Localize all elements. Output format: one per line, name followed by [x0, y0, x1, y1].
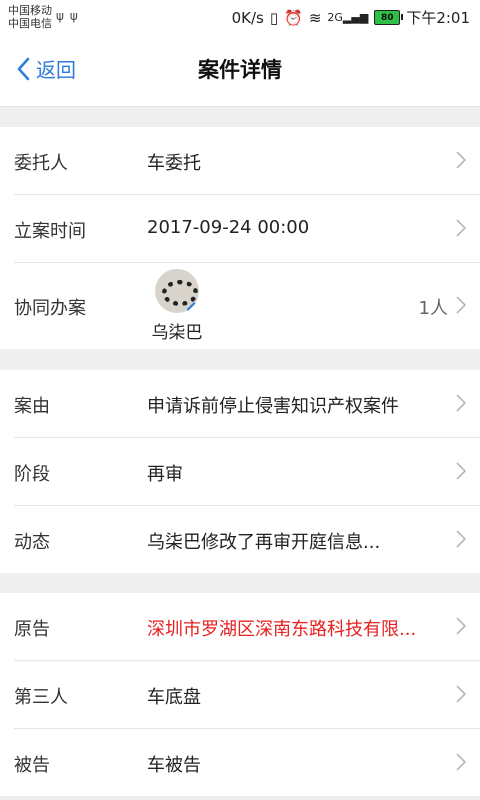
- page-title: 案件详情: [198, 58, 282, 82]
- row-label: 协同办案: [14, 298, 86, 319]
- clock: 下午2:01: [406, 9, 470, 27]
- row-plaintiff[interactable]: 原告 深圳市罗湖区深南东路科技有限...: [14, 593, 480, 661]
- row-label: 原告: [14, 619, 50, 640]
- signal-icon: 2G▂▄▆: [327, 11, 369, 24]
- carrier-1: 中国移动: [8, 4, 52, 17]
- row-label: 立案时间: [14, 221, 86, 242]
- chevron-right-icon: [456, 151, 466, 169]
- row-cause[interactable]: 案由 申请诉前停止侵害知识产权案件: [14, 370, 480, 438]
- section-parties-basic: 委托人 车委托 立案时间 2017-09-24 00:00 协同办案 乌柒巴 1…: [0, 127, 480, 349]
- row-label: 第三人: [14, 687, 68, 708]
- row-activity[interactable]: 动态 乌柒巴修改了再审开庭信息...: [14, 506, 480, 573]
- collaborator-name: 乌柒巴: [151, 323, 203, 343]
- chevron-right-icon: [456, 753, 466, 771]
- status-bar: 中国移动 中国电信 ψψ 0K/s ▯ ⏰ ≋ 2G▂▄▆ 80 下午2:01: [0, 0, 480, 34]
- battery-icon: 80: [374, 10, 404, 25]
- chevron-right-icon: [456, 685, 466, 703]
- row-value: 乌柒巴修改了再审开庭信息...: [147, 532, 381, 553]
- row-label: 被告: [14, 755, 50, 776]
- vibrate-icon: ▯: [269, 8, 279, 27]
- row-label: 动态: [14, 532, 50, 553]
- row-value: 再审: [147, 464, 183, 485]
- chevron-right-icon: [456, 219, 466, 237]
- section-litigants: 原告 深圳市罗湖区深南东路科技有限... 第三人 车底盘 被告 车被告: [0, 593, 480, 796]
- usb-icon: ψψ: [56, 9, 84, 23]
- collaborator[interactable]: 乌柒巴: [147, 269, 207, 343]
- row-label: 阶段: [14, 464, 50, 485]
- row-value: 2017-09-24 00:00: [147, 217, 310, 238]
- row-value: 车委托: [147, 153, 201, 174]
- nav-bar: 返回 案件详情: [0, 34, 480, 107]
- row-client[interactable]: 委托人 车委托: [14, 127, 480, 195]
- row-third-party[interactable]: 第三人 车底盘: [14, 661, 480, 729]
- row-value: 车被告: [147, 755, 201, 776]
- row-value: 深圳市罗湖区深南东路科技有限...: [147, 619, 417, 640]
- carrier-labels: 中国移动 中国电信: [8, 4, 52, 30]
- row-stage[interactable]: 阶段 再审: [14, 438, 480, 506]
- row-filing-time[interactable]: 立案时间 2017-09-24 00:00: [14, 195, 480, 263]
- row-collaboration[interactable]: 协同办案 乌柒巴 1人: [14, 263, 480, 349]
- row-label: 委托人: [14, 153, 68, 174]
- chevron-right-icon: [456, 617, 466, 635]
- alarm-icon: ⏰: [284, 8, 303, 27]
- chevron-right-icon: [456, 530, 466, 548]
- wifi-icon: ≋: [308, 8, 322, 27]
- collaborator-count: 1人: [418, 298, 448, 319]
- row-value: 申请诉前停止侵害知识产权案件: [147, 396, 399, 417]
- row-value: 车底盘: [147, 687, 201, 708]
- edit-badge-icon: [187, 302, 196, 311]
- chevron-right-icon: [456, 394, 466, 412]
- status-right: 0K/s ▯ ⏰ ≋ 2G▂▄▆ 80 下午2:01: [232, 7, 470, 28]
- network-speed: 0K/s: [231, 8, 264, 27]
- chevron-right-icon: [456, 296, 466, 314]
- carrier-2: 中国电信: [8, 17, 52, 30]
- chevron-right-icon: [456, 462, 466, 480]
- row-label: 案由: [14, 396, 50, 417]
- row-defendant[interactable]: 被告 车被告: [14, 729, 480, 796]
- section-case-info: 案由 申请诉前停止侵害知识产权案件 阶段 再审 动态 乌柒巴修改了再审开庭信息.…: [0, 370, 480, 573]
